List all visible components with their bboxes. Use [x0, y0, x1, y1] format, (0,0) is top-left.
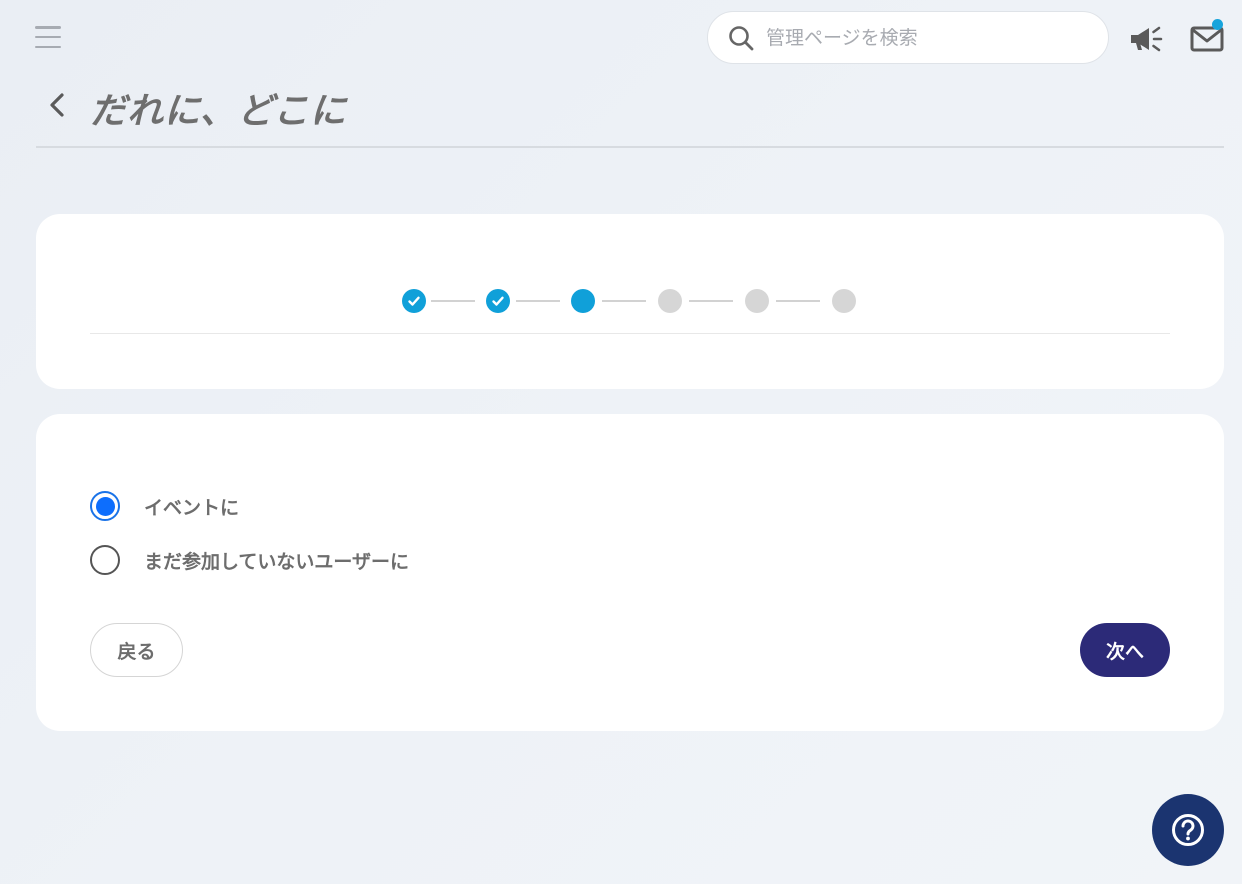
search-icon — [729, 25, 754, 50]
back-arrow-icon[interactable] — [44, 90, 68, 120]
option-non-participants[interactable]: まだ参加していないユーザーに — [90, 545, 409, 575]
progress-card — [36, 214, 1224, 389]
step-4-pending — [658, 289, 682, 313]
radio-button-selected[interactable] — [90, 491, 120, 521]
step-1-completed — [402, 289, 426, 313]
step-3-current — [571, 289, 595, 313]
option-event[interactable]: イベントに — [90, 491, 239, 521]
step-connector — [776, 300, 820, 302]
step-connector — [689, 300, 733, 302]
step-connector — [602, 300, 646, 302]
next-button[interactable]: 次へ — [1080, 623, 1170, 677]
search-bar[interactable] — [707, 11, 1109, 64]
step-6-pending — [832, 289, 856, 313]
back-button[interactable]: 戻る — [90, 623, 183, 677]
unread-notification-dot — [1212, 19, 1223, 30]
megaphone-icon[interactable] — [1129, 24, 1163, 54]
step-5-pending — [745, 289, 769, 313]
question-circle-icon — [1172, 814, 1204, 846]
step-connector — [516, 300, 560, 302]
hamburger-menu-icon[interactable] — [35, 26, 61, 48]
step-2-completed — [486, 289, 510, 313]
search-input[interactable] — [766, 26, 1086, 49]
option-label: イベントに — [144, 496, 240, 519]
checkmark-icon — [492, 296, 504, 306]
radio-button[interactable] — [90, 545, 120, 575]
option-label: まだ参加していないユーザーに — [144, 550, 410, 573]
target-selection-card: イベントに まだ参加していないユーザーに 戻る 次へ — [36, 414, 1224, 731]
progress-stepper — [401, 289, 861, 313]
help-button[interactable] — [1152, 794, 1224, 866]
header-divider — [36, 146, 1224, 148]
step-connector — [431, 300, 475, 302]
stepper-divider — [90, 333, 1170, 334]
page-title: だれに、どこに — [90, 91, 347, 132]
checkmark-icon — [408, 296, 420, 306]
